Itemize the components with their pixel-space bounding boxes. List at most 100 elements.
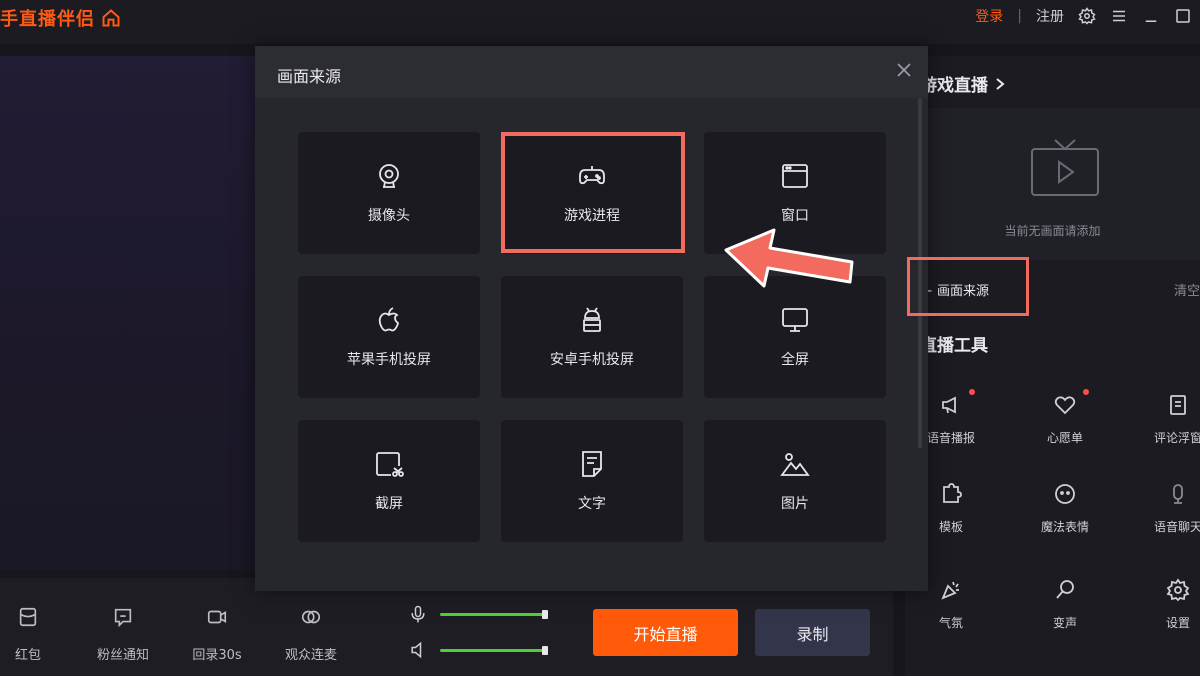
template-label: 模板	[938, 520, 963, 534]
tile-label: 苹果手机投屏	[347, 352, 431, 368]
voice-chat-button[interactable]: 语音聊天	[1138, 482, 1200, 535]
account-controls: 登录 | 注册	[975, 4, 1192, 28]
dialog-title: 画面来源	[277, 67, 342, 86]
right-panel: 游戏直播 当前无画面请添加 + 画面来源 清空 直播工具 语音播报 心愿单 评论…	[905, 56, 1200, 676]
minimize-icon[interactable]	[1142, 7, 1160, 25]
fan-notify-label: 粉丝通知	[96, 648, 149, 663]
android-icon	[583, 307, 601, 332]
wishlist-button[interactable]: 心愿单	[1025, 389, 1105, 446]
wishlist-label: 心愿单	[1046, 431, 1083, 445]
register-link[interactable]: 注册	[1036, 6, 1064, 26]
maximize-icon[interactable]	[1174, 7, 1192, 25]
voice-chat-icon	[1173, 484, 1183, 504]
tile-label: 窗口	[781, 208, 809, 224]
speaker-volume-slider[interactable]	[440, 645, 548, 655]
dialog-header: 画面来源	[255, 46, 928, 98]
live-preview	[0, 56, 256, 570]
source-image-tile[interactable]: 图片	[704, 420, 886, 542]
tile-label: 安卓手机投屏	[550, 352, 634, 368]
fan-notify-icon	[114, 608, 132, 628]
new-badge	[1083, 389, 1089, 395]
start-live-button[interactable]: 开始直播	[593, 609, 738, 656]
voice-change-label: 变声	[1052, 616, 1077, 630]
source-android-tile[interactable]: 安卓手机投屏	[501, 276, 683, 398]
new-badge	[969, 389, 975, 395]
co-host-button[interactable]: 观众连麦	[283, 606, 339, 663]
mic-volume-row	[408, 604, 548, 624]
login-link[interactable]: 登录	[975, 6, 1003, 26]
red-packet-button[interactable]: 红包	[10, 606, 46, 663]
app-title: 手直播伴侣	[0, 9, 95, 30]
heart-icon	[1054, 396, 1076, 415]
source-iphone-tile[interactable]: 苹果手机投屏	[298, 276, 480, 398]
comment-window-label: 评论浮窗	[1153, 431, 1200, 445]
app-brand: 手直播伴侣	[0, 6, 121, 30]
scene-title[interactable]: 游戏直播	[920, 71, 1006, 96]
source-screenshot-tile[interactable]: 截屏	[298, 420, 480, 542]
source-camera-tile[interactable]: 摄像头	[298, 132, 480, 254]
voice-change-icon	[1056, 580, 1074, 599]
red-packet-label: 红包	[14, 648, 41, 663]
empty-hint: 当前无画面请添加	[1004, 224, 1101, 238]
fan-notify-button[interactable]: 粉丝通知	[95, 606, 151, 663]
gear-icon[interactable]	[1078, 7, 1096, 25]
top-bar: 手直播伴侣 登录 | 注册	[0, 0, 1200, 44]
voice-broadcast-label: 语音播报	[926, 431, 975, 445]
bottom-toolbar: 红包 粉丝通知 回录30s 观众连麦 开始直播 录制	[0, 578, 893, 676]
comment-window-icon	[1170, 395, 1186, 415]
voice-change-button[interactable]: 变声	[1025, 578, 1105, 631]
co-host-icon	[301, 610, 321, 624]
screenshot-icon	[376, 452, 404, 477]
speaker-volume-row	[408, 640, 548, 660]
settings-icon	[1166, 578, 1190, 602]
highlight-add-source	[907, 257, 1029, 316]
puzzle-icon	[943, 483, 962, 503]
speaker-volume-thumb[interactable]	[542, 645, 548, 655]
source-fullscreen-tile[interactable]: 全屏	[704, 276, 886, 398]
apple-icon	[378, 307, 399, 332]
replay-label: 回录30s	[192, 648, 242, 663]
highlight-game-source	[501, 132, 685, 253]
settings-label: 设置	[1165, 616, 1190, 630]
party-icon	[941, 581, 959, 600]
separator: |	[1017, 8, 1022, 24]
close-icon[interactable]	[894, 60, 914, 80]
red-packet-icon	[19, 607, 37, 627]
source-text-tile[interactable]: 文字	[501, 420, 683, 542]
pointer-arrow	[724, 228, 854, 288]
mic-volume-slider[interactable]	[440, 609, 548, 619]
emoji-icon	[1055, 484, 1075, 504]
comment-window-button[interactable]: 评论浮窗	[1138, 393, 1200, 446]
mic-volume-thumb[interactable]	[542, 609, 548, 619]
tools-title: 直播工具	[920, 336, 988, 356]
image-icon	[780, 453, 810, 476]
atmosphere-label: 气氛	[938, 616, 963, 630]
magic-emoji-label: 魔法表情	[1040, 520, 1089, 534]
text-doc-icon	[582, 451, 602, 477]
tv-play-icon	[1031, 139, 1099, 196]
speaker-icon[interactable]	[408, 640, 428, 660]
clear-button[interactable]: 清空	[1174, 280, 1200, 299]
scene-title-text: 游戏直播	[920, 76, 988, 96]
tile-label: 截屏	[375, 496, 403, 512]
tile-label: 文字	[578, 496, 606, 512]
record-button[interactable]: 录制	[755, 609, 870, 656]
magic-emoji-button[interactable]: 魔法表情	[1025, 482, 1105, 535]
settings-button[interactable]: 设置	[1138, 578, 1200, 631]
megaphone-icon	[942, 396, 956, 414]
window-icon	[782, 164, 808, 188]
co-host-label: 观众连麦	[284, 648, 337, 663]
microphone-icon[interactable]	[408, 604, 428, 624]
replay-button[interactable]: 回录30s	[190, 606, 244, 663]
scene-empty-area: 当前无画面请添加	[905, 108, 1200, 260]
camera-icon	[379, 164, 399, 188]
tile-label: 摄像头	[368, 208, 410, 224]
tile-label: 全屏	[781, 352, 809, 368]
monitor-icon	[782, 308, 808, 332]
replay-icon	[207, 610, 227, 624]
menu-icon[interactable]	[1110, 7, 1128, 25]
tile-label: 图片	[781, 496, 809, 512]
voice-chat-label: 语音聊天	[1153, 520, 1200, 534]
home-icon[interactable]	[101, 8, 121, 28]
source-dialog: 画面来源 摄像头 游戏进程 窗口 苹果手机投屏 安卓手机投屏 全屏 截屏 文字 …	[255, 46, 928, 591]
